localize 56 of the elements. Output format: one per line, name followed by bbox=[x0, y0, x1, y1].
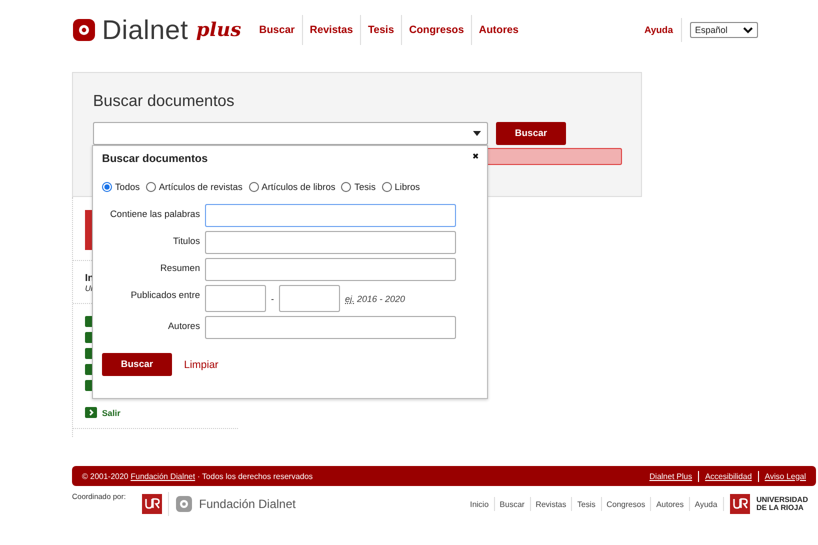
university-logo-icon bbox=[730, 494, 750, 514]
foundation-logo-icon bbox=[175, 495, 193, 513]
nav-link[interactable]: Tesis bbox=[360, 24, 402, 36]
field-label: Resumen bbox=[159, 262, 200, 273]
year-from-field[interactable] bbox=[205, 285, 266, 312]
logout-link[interactable]: Salir bbox=[102, 408, 120, 418]
range-separator: - bbox=[270, 294, 275, 304]
type-radio[interactable]: Tesis bbox=[341, 182, 376, 192]
search-combobox[interactable] bbox=[93, 122, 488, 145]
footer-nav-link[interactable]: Inicio bbox=[470, 500, 489, 508]
text-field[interactable] bbox=[205, 231, 456, 254]
language-select[interactable]: Español bbox=[690, 22, 758, 38]
arrow-square-icon bbox=[85, 407, 97, 418]
type-radio[interactable]: Artículos de libros bbox=[248, 182, 336, 192]
text-field[interactable] bbox=[205, 258, 456, 281]
field-label: Publicados entre bbox=[130, 289, 200, 300]
text-field[interactable] bbox=[205, 316, 456, 339]
submit-button[interactable]: Buscar bbox=[102, 353, 172, 376]
field-label: Titulos bbox=[172, 235, 200, 246]
logo-plus-text: plus bbox=[196, 19, 242, 41]
nav-link[interactable]: Revistas bbox=[302, 24, 360, 36]
footer-nav-link[interactable]: Buscar bbox=[500, 500, 525, 508]
clear-link[interactable]: Limpiar bbox=[184, 358, 218, 370]
popup-title: Buscar documentos bbox=[102, 153, 208, 165]
footer-link[interactable]: Accesibilidad bbox=[705, 472, 752, 480]
nav-link[interactable]: Congresos bbox=[402, 24, 471, 36]
type-radio[interactable]: Libros bbox=[382, 182, 420, 192]
footer-nav-link[interactable]: Revistas bbox=[536, 500, 566, 508]
field-label: Autores bbox=[166, 320, 200, 331]
text-field[interactable] bbox=[205, 204, 456, 227]
footer-nav-link[interactable]: Congresos bbox=[606, 500, 646, 508]
foundation-name: Fundación Dialnet bbox=[199, 497, 296, 511]
type-radio[interactable]: Artículos de revistas bbox=[146, 182, 243, 192]
footer-nav-link[interactable]: Tesis bbox=[577, 500, 596, 508]
footer-link[interactable]: Dialnet Plus bbox=[649, 472, 692, 480]
dropdown-caret-icon bbox=[473, 131, 481, 136]
help-link[interactable]: Ayuda bbox=[644, 24, 673, 36]
footer-nav-link[interactable]: Ayuda bbox=[694, 500, 718, 508]
logo-wordmark: Dialnet bbox=[102, 14, 188, 46]
year-to-field[interactable] bbox=[279, 285, 340, 312]
chevron-down-icon bbox=[743, 26, 753, 34]
search-button[interactable]: Buscar bbox=[496, 122, 566, 145]
copyright-text: © 2001-2020 Fundación Dialnet · Todos los derechos reservados bbox=[82, 472, 313, 480]
search-title: Buscar documentos bbox=[93, 93, 236, 111]
type-radio[interactable]: Todos bbox=[102, 182, 140, 192]
field-label: Contiene las palabras bbox=[109, 208, 200, 219]
nav-link[interactable]: Autores bbox=[472, 24, 526, 36]
nav-link[interactable]: Buscar bbox=[252, 24, 302, 36]
footer-link[interactable]: Aviso Legal bbox=[764, 472, 806, 480]
dialnet-logo-icon bbox=[72, 18, 96, 42]
foundation-link[interactable]: Fundación Dialnet bbox=[130, 472, 196, 480]
university-logo-icon bbox=[142, 494, 162, 514]
close-button[interactable]: ✖ bbox=[472, 152, 479, 161]
footer-nav-link[interactable]: Autores bbox=[656, 500, 684, 508]
date-hint: ej. 2016 - 2020 bbox=[345, 294, 406, 304]
panel-subheading: Ui bbox=[85, 284, 94, 293]
